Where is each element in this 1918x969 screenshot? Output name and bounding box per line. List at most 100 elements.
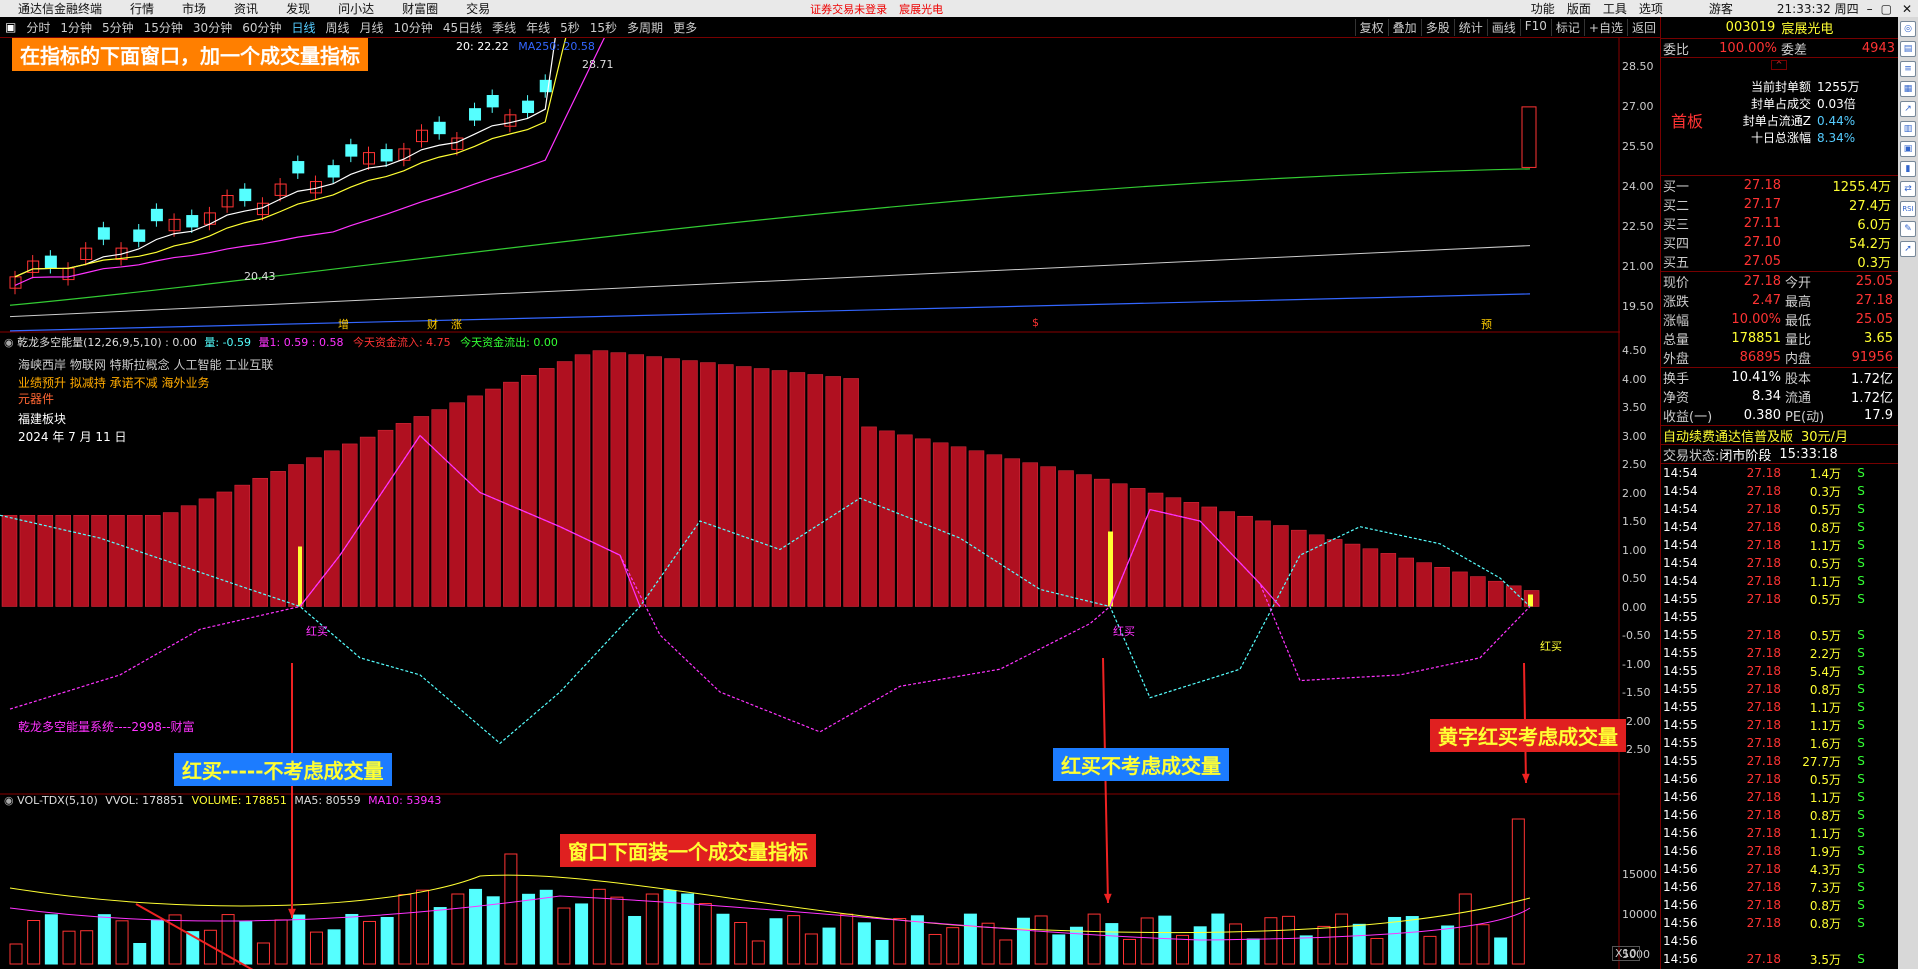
period-7[interactable]: 周线 [321, 19, 355, 36]
tool-8[interactable]: 返回 [1626, 18, 1660, 36]
volume-bar [1423, 935, 1437, 965]
tick-row: 14:56 27.18 4.3万 S [1661, 860, 1898, 878]
menu-item-gongju[interactable]: 工具 [1597, 0, 1633, 17]
period-3[interactable]: 15分钟 [139, 19, 188, 36]
menu-item-jiaoyi[interactable]: 交易 [452, 0, 504, 17]
period-11[interactable]: 季线 [487, 19, 521, 36]
user-name[interactable]: 游客 [1669, 0, 1773, 17]
grid-icon[interactable]: ▥ [1900, 121, 1916, 137]
tool-5[interactable]: F10 [1519, 18, 1551, 36]
login-alert[interactable]: 证券交易未登录 [810, 1, 887, 17]
period-15[interactable]: 多周期 [622, 19, 668, 36]
period-6[interactable]: 日线 [286, 19, 320, 36]
period-1[interactable]: 1分钟 [55, 19, 97, 36]
energy-bar [109, 515, 125, 607]
tick-list[interactable]: 14:54 27.18 1.4万 S 14:54 27.18 0.3万 S 14:54 27.18… [1661, 464, 1898, 968]
period-8[interactable]: 月线 [355, 19, 389, 36]
period-10[interactable]: 45日线 [438, 19, 487, 36]
watch-icon[interactable]: ◎ [1900, 21, 1916, 37]
scroll-up-icon[interactable]: ^ [1771, 60, 1787, 70]
menu-item-banmian[interactable]: 版面 [1561, 0, 1597, 17]
energy-bar [986, 454, 1003, 607]
period-9[interactable]: 10分钟 [389, 19, 438, 36]
ad-text[interactable]: 自动续费通达信普及版 [1661, 426, 1793, 445]
volume-bar [645, 893, 659, 965]
period-2[interactable]: 5分钟 [97, 19, 139, 36]
period-12[interactable]: 年线 [521, 19, 555, 36]
tick-time: 14:56 [1663, 934, 1698, 948]
energy-bar [1022, 462, 1038, 607]
menu-item-shichang[interactable]: 市场 [168, 0, 220, 17]
system-name: 乾龙多空能量系统----2998--财富 [18, 720, 195, 734]
doc-icon[interactable]: ▣ [1900, 141, 1916, 157]
arrow-icon[interactable]: ➚ [1900, 241, 1916, 257]
tick-volume: 1.1万 [1809, 718, 1841, 733]
period-13[interactable]: 5秒 [555, 19, 585, 36]
rsi-icon[interactable]: RSI [1900, 201, 1916, 217]
menu-item-zixun[interactable]: 资讯 [220, 0, 272, 17]
volume-collapse-icon[interactable]: ◉ [4, 794, 14, 807]
energy-bar [700, 362, 716, 607]
menu-item-xuanxiang[interactable]: 选项 [1633, 0, 1669, 17]
bid-row[interactable]: 买二 27.17 27.4万 [1661, 195, 1898, 214]
volume-title[interactable]: VOL-TDX(5,10) [17, 794, 98, 807]
energy-bar [503, 381, 519, 607]
bid-row[interactable]: 买三 27.11 6.0万 [1661, 214, 1898, 233]
tool-0[interactable]: 复权 [1354, 18, 1388, 36]
axis-tick: 1.50 [1622, 515, 1647, 528]
chart-area[interactable]: 20: 22.22 MA250: 20.58 28.71 20.43 增 财 涨… [0, 38, 1660, 969]
tool-4[interactable]: 画线 [1486, 18, 1520, 36]
indicator-collapse-icon[interactable]: ◉ [4, 336, 14, 349]
weicha-value: 4943 [1861, 40, 1895, 56]
period-5[interactable]: 60分钟 [237, 19, 286, 36]
ma250-readout: MA250: 20.58 [518, 40, 595, 53]
menu-item-hangqing[interactable]: 行情 [116, 0, 168, 17]
news-icon[interactable]: ▦ [1900, 81, 1916, 97]
period-0[interactable]: 分时 [21, 19, 55, 36]
tool-3[interactable]: 统计 [1453, 18, 1487, 36]
compare-icon[interactable]: ⇄ [1900, 181, 1916, 197]
trend-icon[interactable]: ↗ [1900, 101, 1916, 117]
energy-bar [1344, 543, 1361, 607]
tick-time: 14:56 [1663, 880, 1698, 894]
volume-bar [1458, 893, 1472, 965]
tool-1[interactable]: 叠加 [1387, 18, 1421, 36]
restore-icon[interactable]: ▢ [1877, 2, 1896, 16]
minimize-icon[interactable]: – [1863, 2, 1877, 16]
axis-tick: 10000 [1622, 908, 1657, 921]
menu-item-wenxiaoda[interactable]: 问小达 [324, 0, 388, 17]
volume-bar [451, 893, 465, 965]
tool-6[interactable]: 标记 [1550, 18, 1584, 36]
quote-label-c: 最低 [1785, 314, 1812, 329]
axis-tick: -1.50 [1622, 686, 1651, 699]
tick-side: S [1857, 466, 1865, 480]
close-icon[interactable]: ✕ [1896, 2, 1918, 16]
period-14[interactable]: 15秒 [585, 19, 622, 36]
menu-item-caifuquan[interactable]: 财富圈 [388, 0, 452, 17]
ad-price[interactable]: 30元/月 [1801, 426, 1848, 445]
pen-icon[interactable]: ✎ [1900, 221, 1916, 237]
chart-icon[interactable]: ▤ [1900, 41, 1916, 57]
volume-bar [910, 915, 924, 965]
volume-bar [44, 914, 58, 965]
period-4[interactable]: 30分钟 [188, 19, 237, 36]
bar-icon[interactable]: ▮ [1900, 161, 1916, 177]
bid-row[interactable]: 买五 27.05 0.3万 [1661, 252, 1898, 271]
period-16[interactable]: 更多 [668, 19, 702, 36]
app-title: 通达信金融终端 [18, 2, 103, 16]
list-icon[interactable]: ≡ [1900, 61, 1916, 77]
volume-bar [963, 913, 977, 965]
menu-item-faxian[interactable]: 发现 [272, 0, 324, 17]
bid-price: 27.05 [1743, 254, 1781, 269]
menu-item-gongneng[interactable]: 功能 [1525, 0, 1561, 17]
chart-canvas[interactable] [0, 38, 1660, 969]
period-menu-icon[interactable]: ▣ [0, 20, 21, 34]
volume-bar [1229, 923, 1243, 965]
fund-label-c: 股本 [1785, 372, 1812, 387]
tool-7[interactable]: +自选 [1583, 18, 1627, 36]
tool-2[interactable]: 多股 [1420, 18, 1454, 36]
indicator-title[interactable]: 乾龙多空能量(12,26,9,5,10) [17, 336, 162, 349]
bid-row[interactable]: 买一 27.18 1255.4万 [1661, 176, 1898, 195]
volume-bar [327, 929, 341, 965]
bid-row[interactable]: 买四 27.10 54.2万 [1661, 233, 1898, 252]
